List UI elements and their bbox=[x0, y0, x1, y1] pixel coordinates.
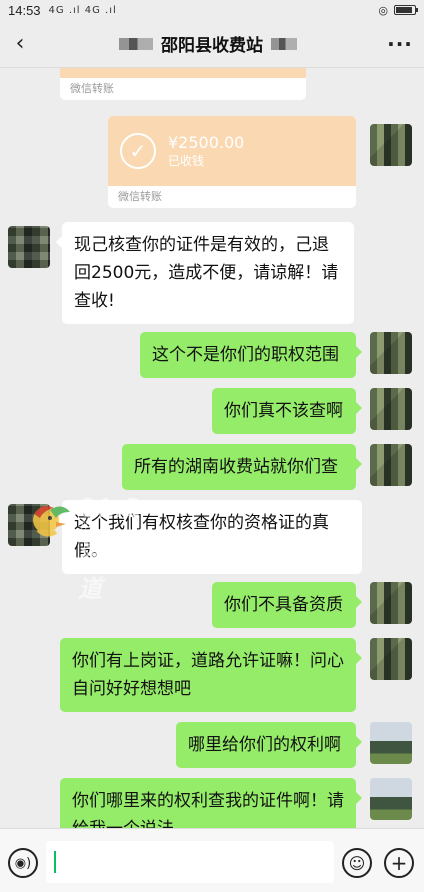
title-wrap: 邵阳县收费站 bbox=[40, 31, 376, 56]
emoji-icon: ☺ bbox=[348, 853, 366, 873]
message-bubble-sent[interactable]: 你们真不该查啊 bbox=[212, 388, 362, 434]
message-bubble-sent[interactable]: 你们不具备资质 bbox=[212, 582, 362, 628]
chat-title: 邵阳县收费站 bbox=[161, 36, 263, 55]
avatar[interactable] bbox=[370, 638, 412, 680]
transfer-foot-previous: 微信转账 bbox=[60, 78, 306, 100]
alarm-icon: ◎ bbox=[378, 3, 388, 17]
avatar[interactable] bbox=[370, 582, 412, 624]
more-button[interactable]: ··· bbox=[376, 32, 424, 56]
message-bubble-sent[interactable]: 这个不是你们的职权范围 bbox=[140, 332, 362, 378]
message-bubble-sent[interactable]: 你们哪里来的权利查我的证件啊！请给我一个说法 bbox=[60, 778, 362, 828]
avatar[interactable] bbox=[370, 778, 412, 820]
blurred-name-right bbox=[271, 37, 297, 50]
avatar[interactable] bbox=[370, 332, 412, 374]
transfer-foot: 微信转账 bbox=[108, 186, 356, 208]
input-bar: ◉) ☺ + bbox=[0, 828, 424, 892]
message-bubble-received[interactable]: 现己核查你的证件是有效的，己退回2500元，造成不便，请谅解！请查收! bbox=[56, 222, 354, 324]
text-caret bbox=[54, 851, 56, 873]
plus-button[interactable]: + bbox=[384, 848, 414, 878]
chevron-left-icon: ‹ bbox=[15, 31, 25, 56]
battery-icon bbox=[394, 5, 418, 15]
message-bubble-sent[interactable]: 哪里给你们的权利啊 bbox=[176, 722, 362, 768]
avatar[interactable] bbox=[370, 388, 412, 430]
transfer-card-previous[interactable]: 微信转账 bbox=[60, 68, 306, 100]
message-list[interactable]: 微信转账 ✓ ¥2500.00 已收钱 微信转账 现己核查你的证件是有效的，己退… bbox=[0, 68, 424, 828]
avatar[interactable] bbox=[8, 504, 50, 546]
message-input[interactable] bbox=[46, 841, 334, 883]
message-bubble-sent[interactable]: 你们有上岗证，道路允许证嘛！问心自问好好想想吧 bbox=[60, 638, 362, 712]
status-bar: 14:53 4G .ıl 4G .ıl ◎ bbox=[0, 0, 424, 20]
blurred-name-left bbox=[119, 37, 153, 50]
back-button[interactable]: ‹ bbox=[0, 20, 40, 68]
avatar[interactable] bbox=[8, 226, 50, 268]
voice-icon: ◉) bbox=[14, 855, 32, 871]
avatar[interactable] bbox=[370, 722, 412, 764]
voice-button[interactable]: ◉) bbox=[8, 848, 38, 878]
message-bubble-received[interactable]: 这个我们有权核查你的资格证的真假。 bbox=[56, 500, 362, 574]
transfer-amount: ¥2500.00 bbox=[168, 133, 245, 152]
emoji-button[interactable]: ☺ bbox=[342, 848, 372, 878]
status-right: ◎ bbox=[378, 3, 418, 17]
message-bubble-sent[interactable]: 所有的湖南收费站就你们查 bbox=[122, 444, 362, 490]
chat-header: ‹ 邵阳县收费站 ··· bbox=[0, 20, 424, 68]
status-time: 14:53 bbox=[8, 2, 41, 18]
check-icon: ✓ bbox=[120, 133, 156, 169]
signal-indicator: 4G .ıl 4G .ıl bbox=[48, 4, 117, 16]
avatar[interactable] bbox=[370, 444, 412, 486]
transfer-status: 已收钱 bbox=[168, 154, 205, 168]
avatar[interactable] bbox=[370, 124, 412, 166]
transfer-card[interactable]: ✓ ¥2500.00 已收钱 微信转账 bbox=[108, 116, 356, 208]
plus-icon: + bbox=[390, 851, 408, 875]
